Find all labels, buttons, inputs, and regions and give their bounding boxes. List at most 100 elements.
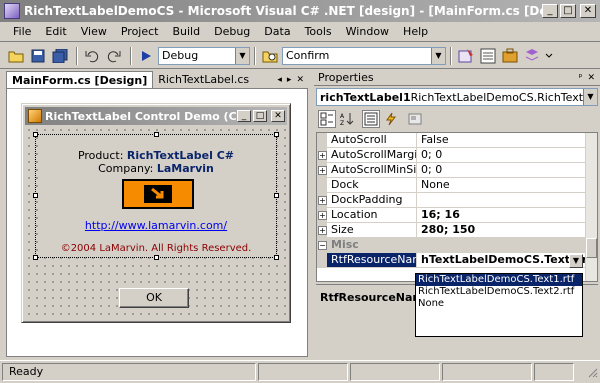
property-value[interactable]: False xyxy=(417,133,587,147)
chevron-down-icon[interactable]: ▼ xyxy=(235,47,249,64)
object-selector-combo[interactable]: richTextLabel1 RichTextLabelDemoCS.RichT… xyxy=(316,88,598,106)
menu-window[interactable]: Window xyxy=(339,25,396,38)
dropdown-option[interactable]: RichTextLabelDemoCS.Text1.rtf xyxy=(416,274,582,286)
status-panel xyxy=(350,363,440,381)
solution-explorer-icon[interactable] xyxy=(456,46,476,66)
property-name: AutoScrollMinSize xyxy=(327,163,417,177)
lamarvin-logo xyxy=(122,179,194,209)
property-row[interactable]: + Size 280; 150 xyxy=(317,223,587,238)
property-value-editor[interactable]: hTextLabelDemoCS.Text1.rtf xyxy=(417,253,587,267)
category-row-misc[interactable]: − Misc xyxy=(317,238,587,253)
maximize-button[interactable]: □ xyxy=(560,4,576,18)
find-in-files-icon[interactable] xyxy=(260,46,280,66)
menu-bar: File Edit View Project Build Debug Data … xyxy=(0,22,600,42)
rtf-resource-dropdown[interactable]: RichTextLabelDemoCS.Text1.rtf RichTextLa… xyxy=(415,273,583,337)
property-value[interactable]: None xyxy=(417,178,587,192)
scrollbar-thumb[interactable] xyxy=(586,238,597,258)
menu-tools[interactable]: Tools xyxy=(298,25,339,38)
expand-plus-icon[interactable]: + xyxy=(318,151,327,160)
menu-project[interactable]: Project xyxy=(114,25,166,38)
dropdown-arrow-icon[interactable]: ▼ xyxy=(569,254,583,268)
find-combo[interactable]: Confirm ▼ xyxy=(282,46,446,65)
menu-data[interactable]: Data xyxy=(257,25,297,38)
close-icon[interactable]: ✕ xyxy=(587,73,595,83)
save-all-icon[interactable] xyxy=(50,46,70,66)
property-name: Location xyxy=(327,208,417,222)
property-value[interactable] xyxy=(417,193,587,207)
menu-help[interactable]: Help xyxy=(396,25,435,38)
property-row[interactable]: + DockPadding xyxy=(317,193,587,208)
menu-file[interactable]: File xyxy=(6,25,38,38)
property-value[interactable]: 0; 0 xyxy=(417,163,587,177)
expand-plus-icon[interactable]: + xyxy=(318,196,327,205)
designed-form[interactable]: RichTextLabel Control Demo (C#) _ □ ✕ Pr… xyxy=(21,103,291,323)
form-designer-surface[interactable]: RichTextLabel Control Demo (C#) _ □ ✕ Pr… xyxy=(6,88,308,357)
categorized-icon[interactable] xyxy=(318,110,336,128)
minimize-button[interactable]: _ xyxy=(542,4,558,18)
property-grid[interactable]: AutoScroll False + AutoScrollMargin 0; 0… xyxy=(316,132,598,282)
richtextlabel-control[interactable]: Product: RichTextLabel C# Company: LaMar… xyxy=(33,132,279,260)
property-grid-scrollbar[interactable] xyxy=(585,133,597,281)
website-link[interactable]: http://www.lamarvin.com/ xyxy=(38,219,274,232)
save-icon[interactable] xyxy=(28,46,48,66)
tab-richtextlabel-cs[interactable]: RichTextLabel.cs xyxy=(153,71,254,88)
menu-edit[interactable]: Edit xyxy=(38,25,73,38)
dropdown-option[interactable]: RichTextLabelDemoCS.Text2.rtf xyxy=(416,286,582,298)
expand-plus-icon[interactable]: + xyxy=(318,166,327,175)
solution-config-combo[interactable]: Debug ▼ xyxy=(158,46,250,65)
expand-plus-icon[interactable]: + xyxy=(318,211,327,220)
pin-icon[interactable]: ᵖ xyxy=(579,73,583,83)
resize-handle[interactable] xyxy=(274,193,279,198)
property-row[interactable]: + AutoScrollMargin 0; 0 xyxy=(317,148,587,163)
tab-navigation: ◂ ▸ ✕ xyxy=(277,71,308,88)
company-label: Company: xyxy=(98,162,157,175)
property-row[interactable]: Dock None xyxy=(317,178,587,193)
properties-view-icon[interactable] xyxy=(362,110,380,128)
property-row-selected[interactable]: RtfResourceName hTextLabelDemoCS.Text1.r… xyxy=(317,253,587,268)
chevron-down-icon[interactable]: ▼ xyxy=(431,47,445,64)
open-folder-icon[interactable] xyxy=(6,46,26,66)
properties-window-icon[interactable] xyxy=(478,46,498,66)
property-row[interactable]: AutoScroll False xyxy=(317,133,587,148)
close-tab-icon[interactable]: ✕ xyxy=(296,75,304,85)
row-gutter: + xyxy=(317,208,327,223)
resize-handle[interactable] xyxy=(33,255,38,260)
property-pages-icon[interactable] xyxy=(406,110,424,128)
collapse-minus-icon[interactable]: − xyxy=(318,241,327,250)
form-client-area[interactable]: Product: RichTextLabel C# Company: LaMar… xyxy=(25,126,287,320)
menu-build[interactable]: Build xyxy=(165,25,207,38)
expand-plus-icon[interactable]: + xyxy=(318,226,327,235)
redo-icon[interactable] xyxy=(104,46,124,66)
property-row[interactable]: + Location 16; 16 xyxy=(317,208,587,223)
close-button[interactable]: ✕ xyxy=(580,4,596,18)
property-value[interactable]: 16; 16 xyxy=(417,208,587,222)
resize-handle[interactable] xyxy=(274,132,279,137)
scroll-left-icon[interactable]: ◂ xyxy=(277,75,282,85)
undo-icon[interactable] xyxy=(82,46,102,66)
row-gutter xyxy=(317,178,327,193)
dropdown-option[interactable]: None xyxy=(416,298,582,310)
svg-text:A: A xyxy=(340,113,345,120)
start-debug-icon[interactable] xyxy=(136,46,156,66)
form-title-bar: RichTextLabel Control Demo (C#) _ □ ✕ xyxy=(25,107,287,125)
alphabetical-icon[interactable]: AZ xyxy=(338,110,356,128)
toolbar-overflow-icon[interactable] xyxy=(544,46,554,66)
resize-grip-icon[interactable] xyxy=(586,366,598,378)
row-gutter: + xyxy=(317,148,327,163)
menu-debug[interactable]: Debug xyxy=(207,25,257,38)
form-minimize-button: _ xyxy=(237,110,251,122)
property-value[interactable]: 280; 150 xyxy=(417,223,587,237)
chevron-down-icon[interactable]: ▼ xyxy=(583,89,597,105)
resize-handle[interactable] xyxy=(274,255,279,260)
menu-view[interactable]: View xyxy=(74,25,114,38)
tab-mainform-design[interactable]: MainForm.cs [Design] xyxy=(6,71,154,88)
class-view-icon[interactable] xyxy=(522,46,542,66)
events-lightning-icon[interactable] xyxy=(382,110,400,128)
scroll-right-icon[interactable]: ▸ xyxy=(287,75,292,85)
resize-handle[interactable] xyxy=(154,255,159,260)
toolbox-icon[interactable] xyxy=(500,46,520,66)
product-line: Product: RichTextLabel C# xyxy=(38,149,274,162)
property-row[interactable]: + AutoScrollMinSize 0; 0 xyxy=(317,163,587,178)
property-value[interactable]: 0; 0 xyxy=(417,148,587,162)
ok-button[interactable]: OK xyxy=(119,288,189,308)
